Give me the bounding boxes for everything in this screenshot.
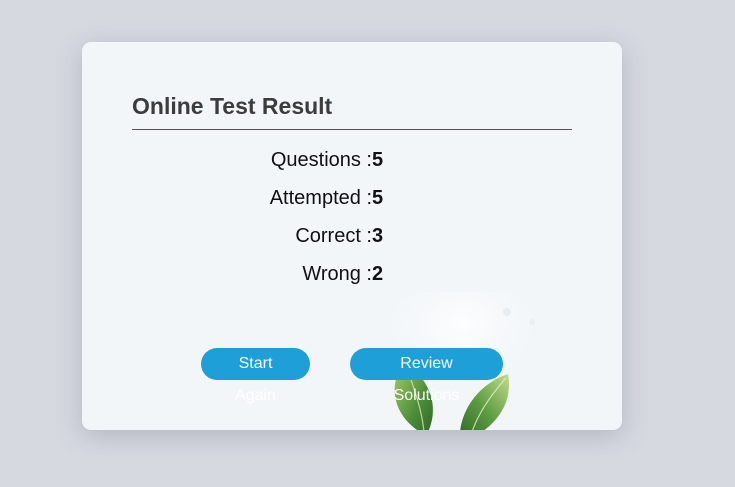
- stat-label: Attempted :: [269, 187, 372, 209]
- stat-value: 3: [372, 225, 384, 247]
- result-card: Online Test Result Questions : 5 Attempt…: [82, 42, 622, 430]
- title-divider: [132, 129, 572, 130]
- stat-row-correct: Correct : 3: [132, 225, 383, 251]
- stat-row-attempted: Attempted : 5: [132, 187, 383, 213]
- start-again-button[interactable]: Start Again: [201, 348, 310, 404]
- stat-row-wrong: Wrong : 2: [132, 263, 383, 289]
- result-title: Online Test Result: [132, 93, 333, 119]
- stat-value: 5: [372, 187, 384, 209]
- stat-label: Correct :: [295, 225, 372, 247]
- stat-row-questions: Questions : 5: [132, 149, 383, 175]
- review-solutions-button[interactable]: Review Solutions: [350, 348, 503, 404]
- stat-value: 5: [372, 149, 384, 171]
- stat-label: Questions :: [270, 149, 372, 171]
- stat-value: 2: [372, 263, 384, 285]
- stat-label: Wrong :: [302, 263, 372, 285]
